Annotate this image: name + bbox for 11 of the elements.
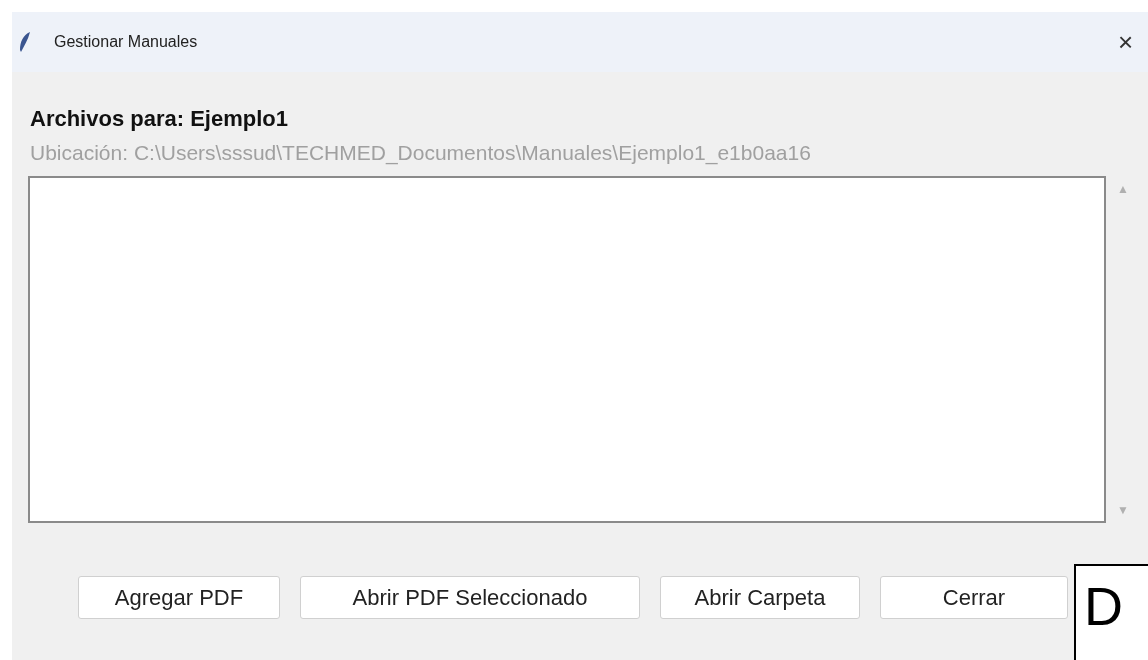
action-button[interactable]: Abrir PDF Seleccionado: [300, 576, 640, 619]
file-list[interactable]: [28, 176, 1106, 523]
action-button[interactable]: Abrir Carpeta: [660, 576, 860, 619]
overlay-label: D: [1074, 564, 1148, 660]
action-button[interactable]: Cerrar: [880, 576, 1068, 619]
close-button[interactable]: ×: [1118, 29, 1148, 55]
feather-icon: [18, 31, 32, 53]
action-button[interactable]: Agregar PDF: [78, 576, 280, 619]
heading: Archivos para: Ejemplo1: [30, 106, 289, 132]
location-path: Ubicación: C:\Users\sssud\TECHMED_Documentos\Manuales\Ejemplo1_e1b0aa16: [30, 140, 812, 166]
window-title: Gestionar Manuales: [54, 32, 198, 52]
